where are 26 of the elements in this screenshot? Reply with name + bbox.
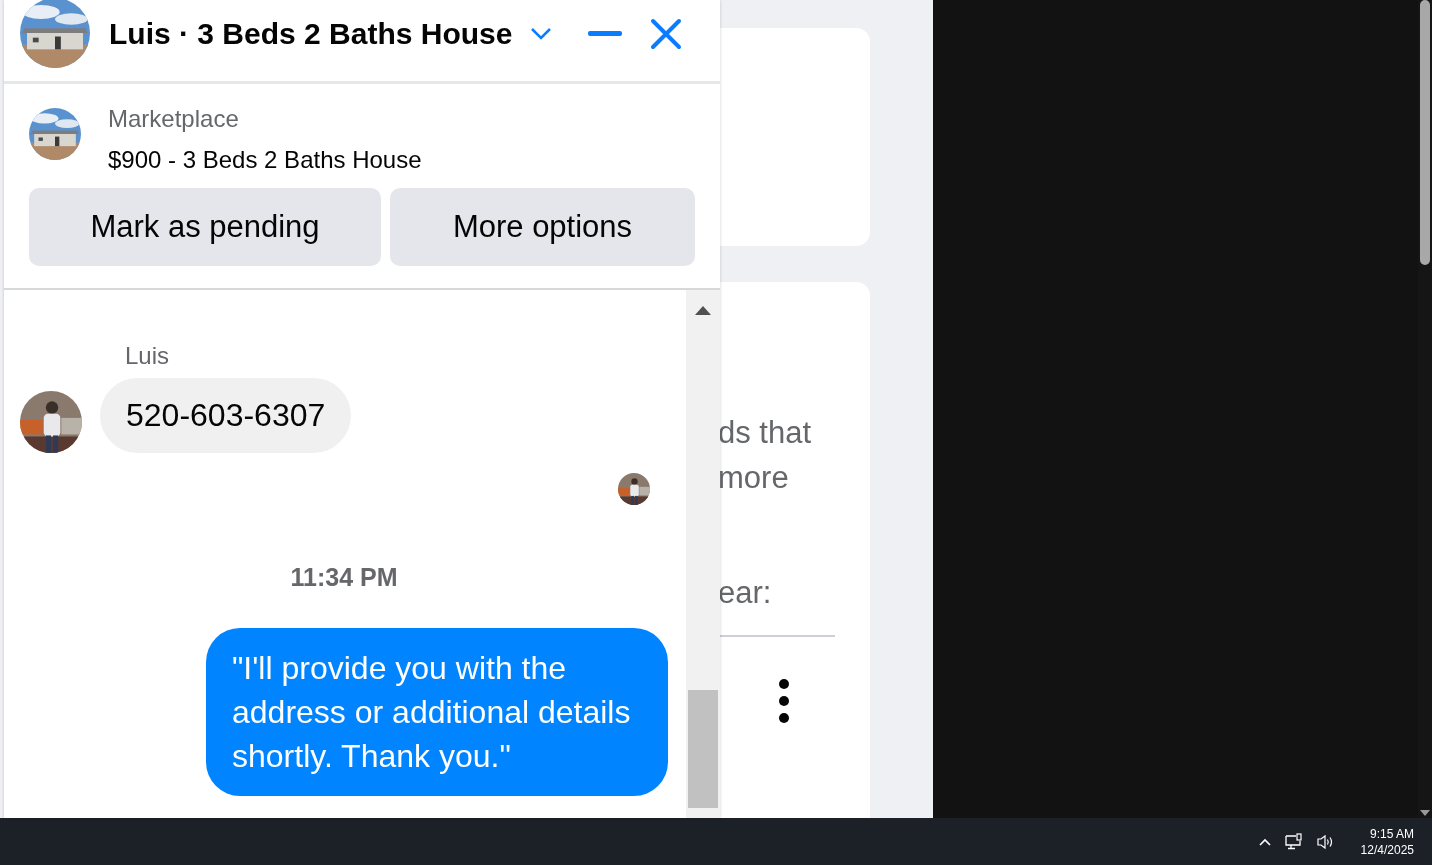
scroll-up-icon[interactable] (695, 306, 711, 315)
scroll-down-icon[interactable] (1420, 810, 1430, 816)
mark-pending-button[interactable]: Mark as pending (29, 188, 381, 266)
scroll-thumb[interactable] (1420, 0, 1430, 265)
clock-time[interactable]: 9:15 AM (1369, 825, 1414, 842)
clock-date[interactable]: 12/4/2025 (1360, 841, 1414, 858)
more-options-button[interactable]: More options (390, 188, 695, 266)
network-icon[interactable] (1284, 833, 1303, 850)
card-text: ear: (718, 574, 773, 612)
chevron-down-icon[interactable] (530, 26, 553, 41)
message-bubble: "I'll provide you with the address or additional details shortly. Thank you." (206, 628, 668, 796)
card-text: more (718, 459, 790, 497)
scrollbar[interactable] (1418, 0, 1432, 818)
volume-icon[interactable] (1316, 833, 1335, 850)
card-text: ds that (718, 414, 813, 452)
listing-source: Marketplace (108, 104, 240, 134)
scrollbar[interactable] (686, 290, 720, 818)
close-icon[interactable] (650, 17, 682, 50)
more-icon[interactable] (778, 679, 790, 723)
chat-title[interactable]: Luis · 3 Beds 2 Baths House (109, 16, 513, 51)
listing-title[interactable]: $900 - 3 Beds 2 Baths House (108, 144, 422, 176)
timestamp: 11:34 PM (290, 563, 398, 592)
message-bubble: 520-603-6307 (100, 378, 352, 453)
scroll-thumb[interactable] (688, 690, 718, 808)
sender-name: Luis (125, 342, 171, 370)
chevron-up-icon[interactable] (1258, 837, 1271, 846)
